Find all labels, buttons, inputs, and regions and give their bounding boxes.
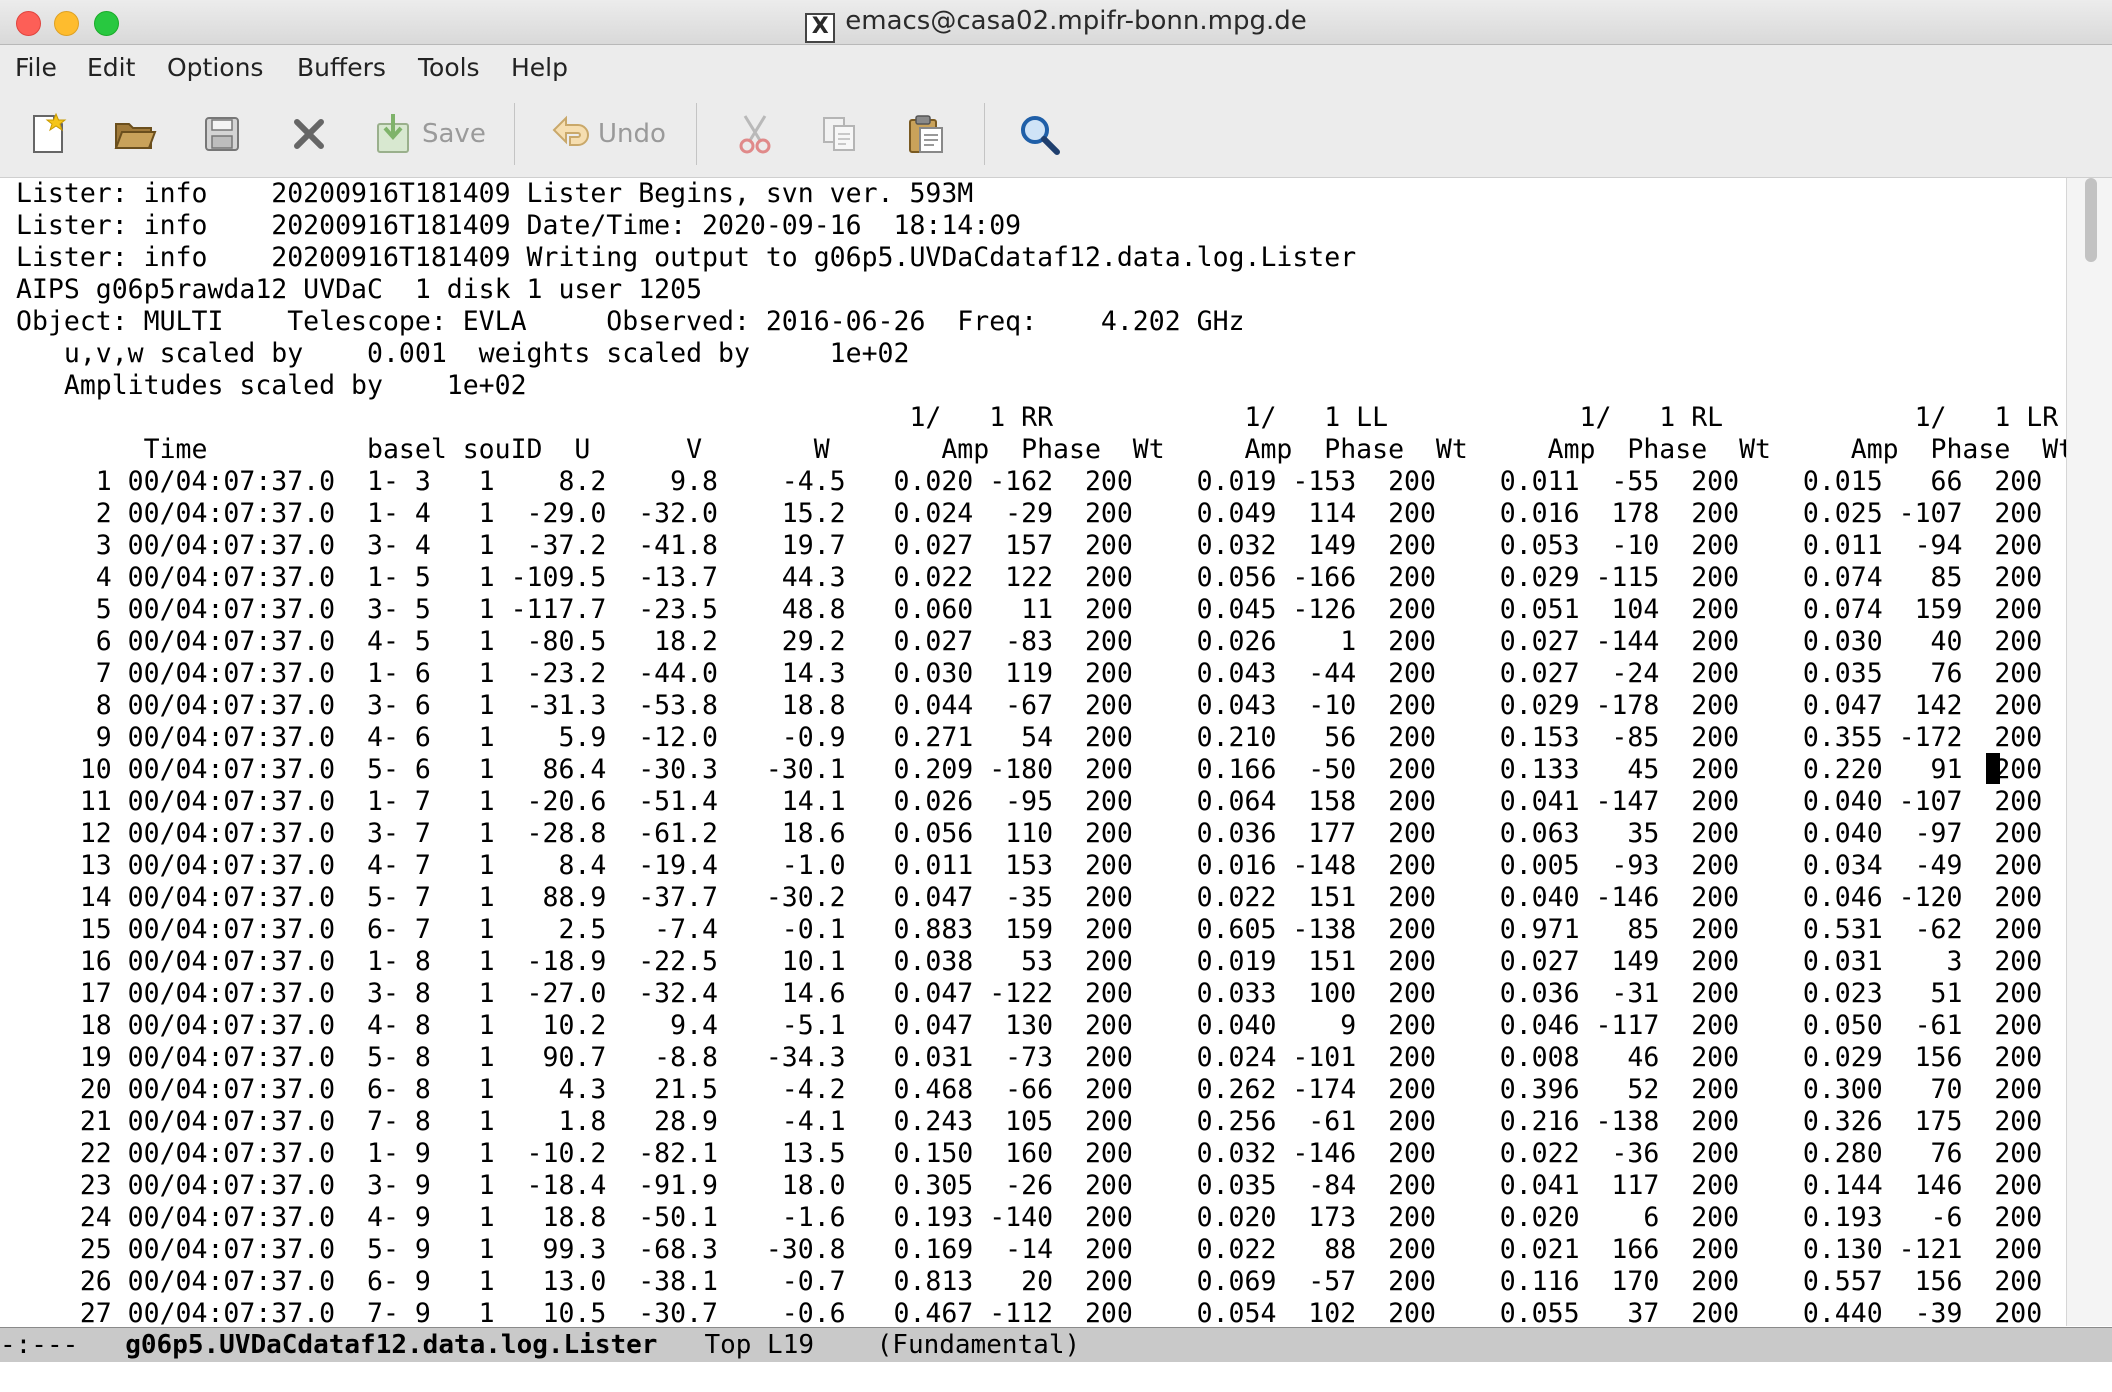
toolbar-separator bbox=[696, 103, 697, 165]
buffer-line: 17 00/04:07:37.0 3- 8 1 -27.0 -32.4 14.6… bbox=[16, 978, 2043, 1009]
save-disk-button[interactable] bbox=[200, 109, 244, 159]
buffer-line: 12 00/04:07:37.0 3- 7 1 -28.8 -61.2 18.6… bbox=[16, 818, 2043, 849]
window-title: emacs@casa02.mpifr-bonn.mpg.de bbox=[845, 6, 1307, 36]
buffer-line: 10 00/04:07:37.0 5- 6 1 86.4 -30.3 -30.1… bbox=[16, 754, 2043, 785]
mode-line: -:--- g06p5.UVDaCdataf12.data.log.Lister… bbox=[0, 1327, 2112, 1363]
modeline-position: Top L19 bbox=[704, 1330, 815, 1360]
buffer-line: 23 00/04:07:37.0 3- 9 1 -18.4 -91.9 18.0… bbox=[16, 1170, 2043, 1201]
modeline-buffer-name: g06p5.UVDaCdataf12.data.log.Lister bbox=[125, 1330, 658, 1360]
cut-button[interactable] bbox=[733, 109, 777, 159]
new-file-button[interactable] bbox=[26, 109, 70, 159]
menu-help[interactable]: Help bbox=[511, 53, 568, 82]
menu-edit[interactable]: Edit bbox=[87, 53, 135, 82]
buffer-line: Object: MULTI Telescope: EVLA Observed: … bbox=[16, 306, 1245, 337]
buffer-line: 1/ 1 RR 1/ 1 LL 1/ 1 RL 1/ 1 LR bbox=[16, 402, 2059, 433]
new-file-icon bbox=[33, 112, 67, 153]
copy-icon bbox=[823, 117, 855, 151]
menu-bar: File Edit Options Buffers Tools Help bbox=[0, 45, 2112, 89]
save-button[interactable]: Save bbox=[372, 109, 486, 159]
buffer-line: 25 00/04:07:37.0 5- 9 1 99.3 -68.3 -30.8… bbox=[16, 1234, 2043, 1265]
buffer-line: 15 00/04:07:37.0 6- 7 1 2.5 -7.4 -0.1 0.… bbox=[16, 914, 2043, 945]
toolbar-separator bbox=[514, 103, 515, 165]
menu-buffers[interactable]: Buffers bbox=[297, 53, 386, 82]
undo-label: Undo bbox=[598, 119, 666, 149]
toolbar: Save Undo bbox=[0, 89, 2112, 178]
buffer-line: 1 00/04:07:37.0 1- 3 1 8.2 9.8 -4.5 0.02… bbox=[16, 466, 2043, 497]
buffer-line: Amplitudes scaled by 1e+02 bbox=[16, 370, 527, 401]
buffer-line: 24 00/04:07:37.0 4- 9 1 18.8 -50.1 -1.6 … bbox=[16, 1202, 2043, 1233]
magnifier-icon bbox=[1021, 116, 1060, 155]
menu-tools[interactable]: Tools bbox=[418, 53, 480, 82]
menu-file[interactable]: File bbox=[15, 53, 57, 82]
undo-button[interactable]: Undo bbox=[548, 109, 666, 159]
buffer-line: Time basel souID U V W Amp Phase Wt Amp … bbox=[16, 434, 2066, 465]
buffer-line: 11 00/04:07:37.0 1- 7 1 -20.6 -51.4 14.1… bbox=[16, 786, 2043, 817]
scrollbar-thumb[interactable] bbox=[2085, 178, 2097, 262]
buffer-line: 2 00/04:07:37.0 1- 4 1 -29.0 -32.0 15.2 … bbox=[16, 498, 2043, 529]
floppy-disk-icon bbox=[205, 117, 239, 151]
buffer-line: 4 00/04:07:37.0 1- 5 1 -109.5 -13.7 44.3… bbox=[16, 562, 2043, 593]
text-cursor bbox=[1986, 753, 2000, 784]
title-bar: Xemacs@casa02.mpifr-bonn.mpg.de bbox=[0, 0, 2112, 45]
buffer-line: 26 00/04:07:37.0 6- 9 1 13.0 -38.1 -0.7 … bbox=[16, 1266, 2043, 1297]
buffer-line: 3 00/04:07:37.0 3- 4 1 -37.2 -41.8 19.7 … bbox=[16, 530, 2043, 561]
undo-arrow-icon bbox=[552, 115, 589, 146]
buffer-line: 8 00/04:07:37.0 3- 6 1 -31.3 -53.8 18.8 … bbox=[16, 690, 2043, 721]
buffer-line: 6 00/04:07:37.0 4- 5 1 -80.5 18.2 29.2 0… bbox=[16, 626, 2043, 657]
buffer-line: u,v,w scaled by 0.001 weights scaled by … bbox=[16, 338, 910, 369]
close-buffer-button[interactable] bbox=[287, 109, 331, 159]
buffer-line: 21 00/04:07:37.0 7- 8 1 1.8 28.9 -4.1 0.… bbox=[16, 1106, 2043, 1137]
buffer-line: Lister: info 20200916T181409 Writing out… bbox=[16, 242, 1357, 273]
menu-options[interactable]: Options bbox=[167, 53, 263, 82]
open-file-button[interactable] bbox=[113, 109, 157, 159]
buffer-line: 9 00/04:07:37.0 4- 6 1 5.9 -12.0 -0.9 0.… bbox=[16, 722, 2043, 753]
buffer-line: 14 00/04:07:37.0 5- 7 1 88.9 -37.7 -30.2… bbox=[16, 882, 2043, 913]
buffer-line: 27 00/04:07:37.0 7- 9 1 10.5 -30.7 -0.6 … bbox=[16, 1298, 2043, 1326]
buffer-line: 16 00/04:07:37.0 1- 8 1 -18.9 -22.5 10.1… bbox=[16, 946, 2043, 977]
copy-button[interactable] bbox=[818, 109, 862, 159]
buffer-line: Lister: info 20200916T181409 Date/Time: … bbox=[16, 210, 1022, 241]
window-title-group: Xemacs@casa02.mpifr-bonn.mpg.de bbox=[0, 6, 2112, 43]
buffer-line: AIPS g06p5rawda12 UVDaC 1 disk 1 user 12… bbox=[16, 274, 703, 305]
buffer-line: 7 00/04:07:37.0 1- 6 1 -23.2 -44.0 14.3 … bbox=[16, 658, 2043, 689]
buffer-line: 13 00/04:07:37.0 4- 7 1 8.4 -19.4 -1.0 0… bbox=[16, 850, 2043, 881]
save-label: Save bbox=[422, 119, 486, 149]
x11-icon: X bbox=[805, 13, 836, 43]
toolbar-separator bbox=[984, 103, 985, 165]
scissors-icon bbox=[739, 115, 771, 154]
modeline-status: -:--- bbox=[0, 1330, 79, 1360]
paste-button[interactable] bbox=[904, 109, 948, 159]
close-buffer-icon bbox=[294, 119, 324, 149]
modeline-mode: (Fundamental) bbox=[876, 1330, 1081, 1360]
buffer-line: Lister: info 20200916T181409 Lister Begi… bbox=[16, 178, 974, 209]
vertical-scrollbar[interactable] bbox=[2066, 178, 2112, 1326]
search-button[interactable] bbox=[1017, 109, 1061, 159]
open-folder-icon bbox=[114, 123, 157, 149]
editor-buffer[interactable]: Lister: info 20200916T181409 Lister Begi… bbox=[0, 178, 2066, 1326]
buffer-line: 20 00/04:07:37.0 6- 8 1 4.3 21.5 -4.2 0.… bbox=[16, 1074, 2043, 1105]
buffer-text: Lister: info 20200916T181409 Lister Begi… bbox=[0, 178, 2066, 1326]
clipboard-icon bbox=[909, 115, 943, 153]
save-icon bbox=[377, 114, 409, 153]
buffer-line: 22 00/04:07:37.0 1- 9 1 -10.2 -82.1 13.5… bbox=[16, 1138, 2043, 1169]
buffer-line: 5 00/04:07:37.0 3- 5 1 -117.7 -23.5 48.8… bbox=[16, 594, 2043, 625]
buffer-line: 18 00/04:07:37.0 4- 8 1 10.2 9.4 -5.1 0.… bbox=[16, 1010, 2043, 1041]
minibuffer[interactable] bbox=[0, 1362, 2112, 1392]
buffer-line: 19 00/04:07:37.0 5- 8 1 90.7 -8.8 -34.3 … bbox=[16, 1042, 2043, 1073]
